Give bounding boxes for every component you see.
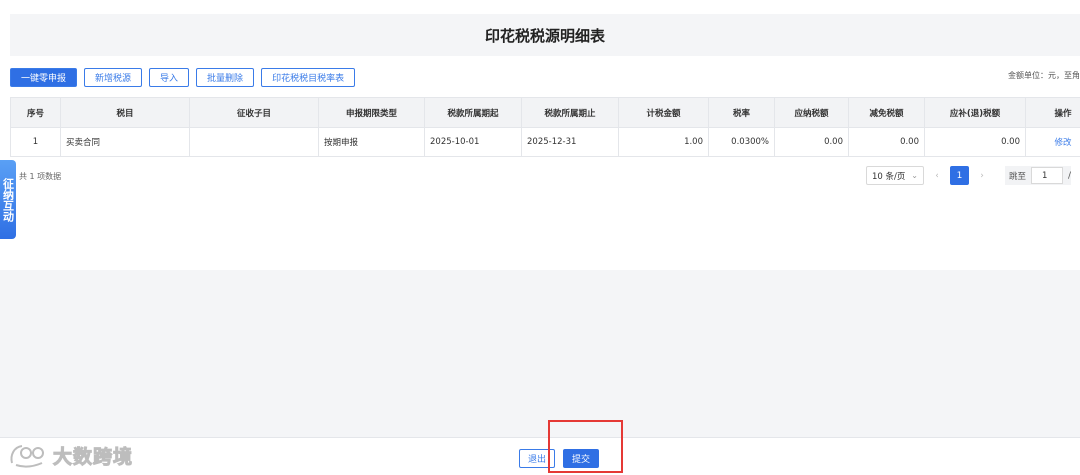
title-bar: 印花税税源明细表	[10, 14, 1080, 56]
jump-input[interactable]: 1	[1031, 167, 1064, 184]
cell-tax-due: 0.00	[924, 127, 1026, 157]
cell-period-type: 按期申报	[318, 127, 425, 157]
next-page-icon[interactable]: ›	[975, 171, 989, 181]
col-header-period-type: 申报期限类型	[318, 97, 425, 128]
rate-table-button[interactable]: 印花税税目税率表	[261, 68, 356, 87]
page-size-value: 10 条/页	[872, 171, 906, 182]
zero-declare-button[interactable]: 一键零申报	[10, 68, 78, 87]
cell-tax-payable: 0.00	[774, 127, 849, 157]
col-header-rate: 税率	[708, 97, 775, 128]
submit-highlight-box	[548, 420, 623, 473]
add-source-button[interactable]: 新增税源	[84, 68, 143, 87]
page-separator: /	[1068, 170, 1072, 181]
interaction-side-tab[interactable]: 征纳互动	[0, 160, 16, 239]
col-header-tax-payable: 应纳税额	[774, 97, 849, 128]
col-header-action: 操作	[1025, 97, 1080, 128]
col-header-tax-due: 应补(退)税额	[924, 97, 1026, 128]
cell-period-start: 2025-10-01	[424, 127, 522, 157]
col-header-tax-relief: 减免税额	[848, 97, 925, 128]
toolbar: 一键零申报 新增税源 导入 批量删除 印花税税目税率表	[10, 68, 356, 87]
tax-source-table: 序号 税目 征收子目 申报期限类型 税款所属期起 税款所属期止 计税金额 税率 …	[10, 97, 1080, 157]
cell-period-end: 2025-12-31	[521, 127, 619, 157]
side-tab-label: 征纳互动	[1, 177, 15, 222]
edit-link[interactable]: 修改	[1025, 127, 1080, 157]
prev-page-icon[interactable]: ‹	[930, 171, 944, 181]
page-title: 印花税税源明细表	[484, 26, 605, 45]
cell-rate: 0.0300%	[708, 127, 775, 157]
page-size-select[interactable]: 10 条/页 ⌄	[866, 166, 924, 185]
cell-taxable-amount: 1.00	[618, 127, 709, 157]
col-header-sub-item: 征收子目	[189, 97, 319, 128]
watermark-text: 大数跨境	[52, 445, 134, 468]
jump-label: 跳至	[1009, 171, 1027, 182]
col-header-period-start: 税款所属期起	[424, 97, 522, 128]
col-header-no: 序号	[10, 97, 61, 128]
cell-no: 1	[10, 127, 61, 157]
chevron-down-icon: ⌄	[911, 171, 918, 180]
page-number-current[interactable]: 1	[950, 166, 969, 185]
page-jump: 跳至 1 /	[1005, 166, 1072, 185]
watermark-logo-icon	[10, 445, 44, 468]
cell-tax-relief: 0.00	[848, 127, 925, 157]
watermark: 大数跨境	[8, 441, 133, 469]
cell-sub-item	[189, 127, 319, 157]
table-header-row: 序号 税目 征收子目 申报期限类型 税款所属期起 税款所属期止 计税金额 税率 …	[10, 97, 1080, 128]
col-header-period-end: 税款所属期止	[521, 97, 619, 128]
table-row: 1 买卖合同 按期申报 2025-10-01 2025-12-31 1.00 0…	[10, 127, 1080, 157]
pagination: 10 条/页 ⌄ ‹ 1 › 跳至 1 /	[866, 166, 1072, 185]
batch-delete-button[interactable]: 批量删除	[196, 68, 255, 87]
col-header-item: 税目	[60, 97, 190, 128]
col-header-taxable-amount: 计税金额	[618, 97, 709, 128]
cell-item: 买卖合同	[60, 127, 190, 157]
total-count: 共 1 项数据	[19, 172, 62, 181]
import-button[interactable]: 导入	[149, 68, 190, 87]
amount-unit-label: 金额单位：元，至角	[1008, 71, 1080, 80]
